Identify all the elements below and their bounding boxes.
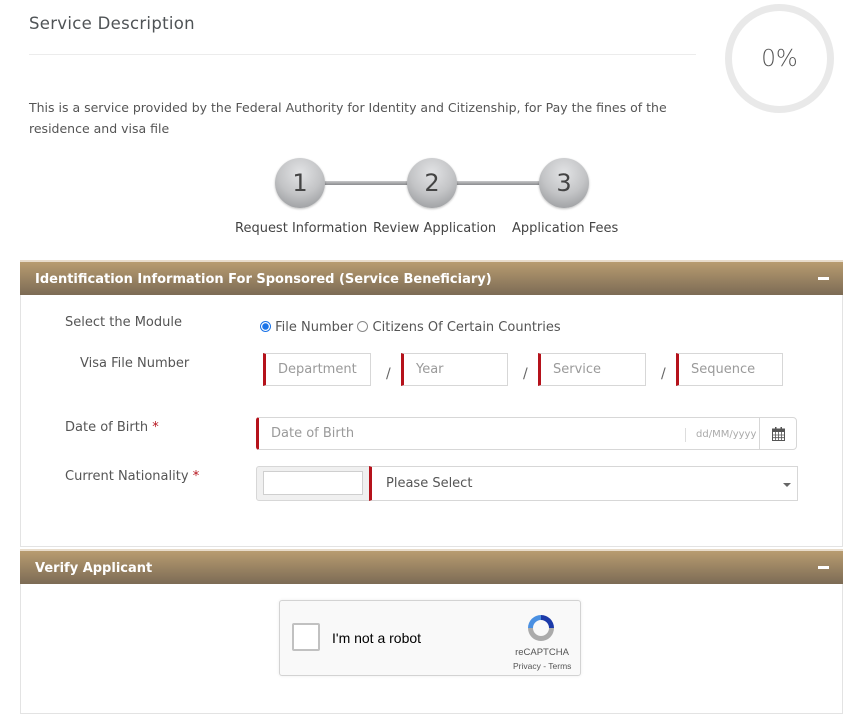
terms-link[interactable]: Terms xyxy=(548,661,571,671)
nationality-code-input[interactable] xyxy=(263,471,363,495)
separator-slash: / xyxy=(386,366,391,382)
recaptcha-checkbox[interactable] xyxy=(292,623,320,651)
department-input[interactable]: Department xyxy=(263,353,371,386)
radio-citizens-countries-label[interactable]: Citizens Of Certain Countries xyxy=(373,320,561,335)
radio-file-number-label[interactable]: File Number xyxy=(275,320,353,335)
step-1-circle: 1 xyxy=(275,158,325,208)
separator-slash: / xyxy=(661,366,666,382)
year-input[interactable]: Year xyxy=(401,353,508,386)
recaptcha-brand: reCAPTCHA xyxy=(515,647,569,658)
module-radio-group: File Number Citizens Of Certain Countrie… xyxy=(260,320,561,335)
radio-file-number[interactable]: File Number xyxy=(260,320,357,335)
step-2-label: Review Application xyxy=(373,221,497,236)
verify-panel-title: Verify Applicant xyxy=(35,561,153,576)
calendar-button[interactable] xyxy=(759,417,797,450)
step-3-label: Application Fees xyxy=(512,221,619,236)
verify-panel-header[interactable]: Verify Applicant xyxy=(20,549,843,584)
nationality-label-text: Current Nationality xyxy=(65,469,189,484)
title-divider xyxy=(29,54,696,55)
calendar-icon xyxy=(771,426,785,441)
service-input[interactable]: Service xyxy=(538,353,646,386)
radio-file-number-input[interactable] xyxy=(260,321,271,332)
step-1-label: Request Information xyxy=(235,221,368,236)
required-asterisk: * xyxy=(152,420,159,435)
nationality-select[interactable]: Please Select xyxy=(369,466,798,501)
progress-label: 0% xyxy=(761,45,798,72)
step-3-circle: 3 xyxy=(539,158,589,208)
step-2-circle: 2 xyxy=(407,158,457,208)
chevron-down-icon xyxy=(783,483,791,487)
service-description: This is a service provided by the Federa… xyxy=(29,100,667,136)
nationality-label: Current Nationality * xyxy=(65,469,199,484)
date-of-birth-label: Date of Birth * xyxy=(65,420,159,435)
date-format-hint: dd/MM/yyyy xyxy=(685,428,756,442)
recaptcha-logo-icon xyxy=(528,615,554,641)
visa-file-number-label: Visa File Number xyxy=(80,356,190,371)
recaptcha-label: I'm not a robot xyxy=(332,630,422,646)
module-label: Select the Module xyxy=(65,315,182,330)
recaptcha-links: Privacy - Terms xyxy=(513,661,571,671)
minus-icon[interactable] xyxy=(818,566,829,569)
radio-citizens-countries-input[interactable] xyxy=(357,321,369,332)
sequence-input[interactable]: Sequence xyxy=(676,353,783,386)
separator-slash: / xyxy=(523,366,528,382)
step-connector xyxy=(452,181,546,185)
progress-circle: 0% xyxy=(725,4,834,113)
identification-panel-header[interactable]: Identification Information For Sponsored… xyxy=(20,260,843,295)
required-asterisk: * xyxy=(192,469,200,484)
recaptcha-widget: I'm not a robot reCAPTCHA Privacy - Term… xyxy=(279,600,581,676)
identification-panel-title: Identification Information For Sponsored… xyxy=(35,272,492,287)
nationality-selected-value: Please Select xyxy=(386,476,473,491)
date-of-birth-label-text: Date of Birth xyxy=(65,420,149,435)
page-title: Service Description xyxy=(29,14,195,33)
privacy-link[interactable]: Privacy xyxy=(513,661,541,671)
radio-citizens-countries[interactable]: Citizens Of Certain Countries xyxy=(357,320,561,335)
step-connector xyxy=(320,181,414,185)
minus-icon[interactable] xyxy=(818,277,829,280)
